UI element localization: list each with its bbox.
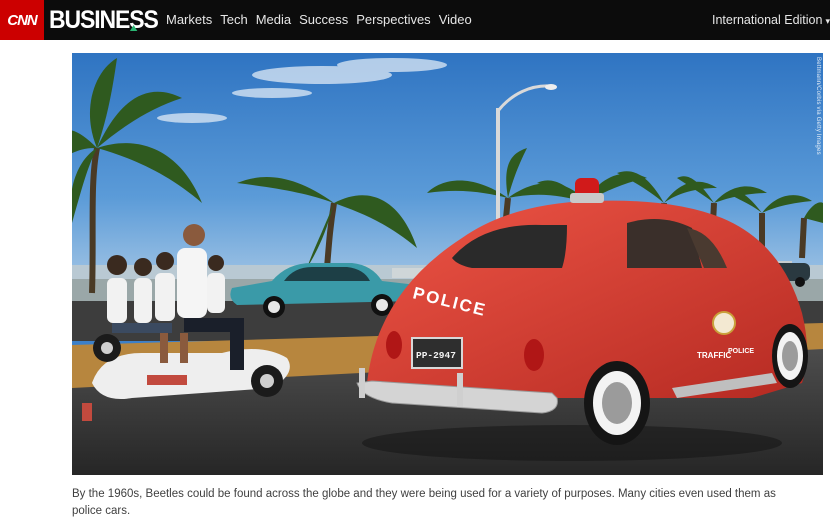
cnn-logo[interactable]: CNN [0, 0, 44, 40]
license-plate-text: PP-2947 [416, 350, 456, 361]
article-hero-image: POLICE PP-2947 TRAFFIC POLICE Bettmann/C… [72, 53, 823, 475]
edition-label: International Edition [711, 13, 823, 27]
nav-link-media[interactable]: Media [256, 0, 291, 40]
door-lettering-police: POLICE [728, 348, 754, 355]
photo-credit: Bettmann/Corbis via Getty Images [815, 57, 821, 155]
cnn-logo-text: CNN [7, 11, 37, 29]
door-lettering-traffic: TRAFFIC [697, 351, 731, 360]
main-nav: Markets Tech Media Success Perspectives … [166, 0, 480, 40]
nav-link-perspectives[interactable]: Perspectives [356, 0, 430, 40]
nav-link-video[interactable]: Video [439, 0, 472, 40]
nav-link-tech[interactable]: Tech [220, 0, 247, 40]
image-caption: By the 1960s, Beetles could be found acr… [72, 488, 776, 517]
chevron-down-icon: ▾ [825, 16, 830, 26]
edition-selector[interactable]: International Edition ▾ [712, 0, 830, 40]
nav-link-success[interactable]: Success [299, 0, 348, 40]
police-beetle-scene: POLICE PP-2947 TRAFFIC POLICE [72, 53, 823, 475]
business-section-logo[interactable]: BUSINESS [49, 0, 159, 40]
business-logo-text: BUSINESS [49, 6, 159, 34]
top-navigation-bar: CNN BUSINESS Markets Tech Media Success … [0, 0, 830, 40]
green-triangle-icon [129, 25, 138, 31]
nav-link-markets[interactable]: Markets [166, 0, 212, 40]
